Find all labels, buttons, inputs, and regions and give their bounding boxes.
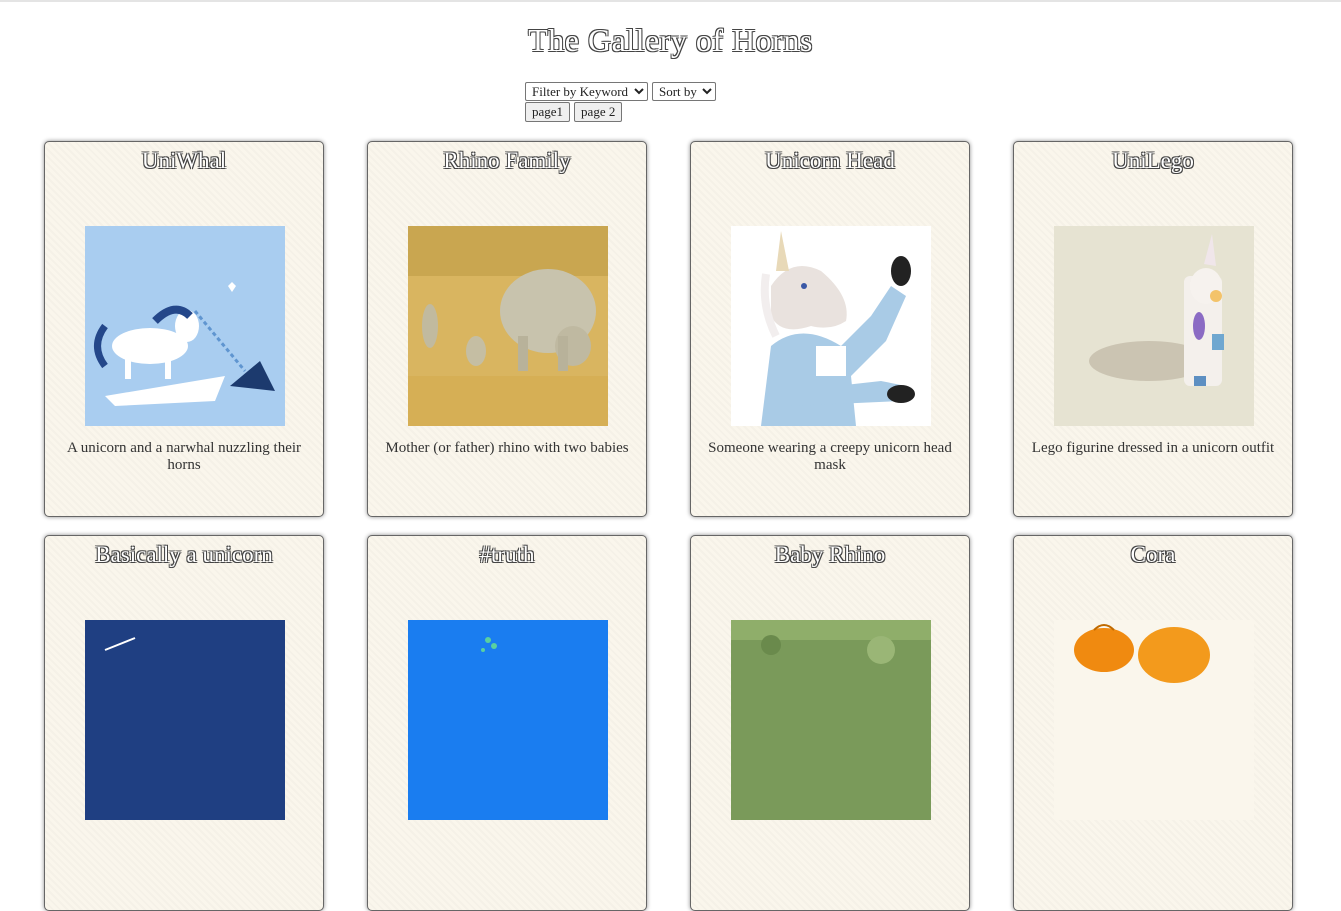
card-title: Unicorn Head bbox=[765, 148, 895, 173]
card-description: Lego figurine dressed in a unicorn outfi… bbox=[1031, 440, 1275, 456]
card-title: #truth bbox=[479, 542, 535, 567]
gallery-card-truth[interactable]: #truth bbox=[367, 535, 647, 911]
baby-rhino-image bbox=[731, 620, 931, 820]
sort-select[interactable]: Sort by bbox=[652, 82, 716, 101]
card-title: Rhino Family bbox=[443, 148, 571, 173]
gallery-card-unicorn-head[interactable]: Unicorn Head Someone wearing a creepy un… bbox=[690, 141, 970, 517]
lego-unicorn-image bbox=[1054, 226, 1254, 426]
unicorn-narwhal-image bbox=[85, 226, 285, 426]
gallery-card-unilego[interactable]: UniLego Lego figurine dressed in a unico… bbox=[1013, 141, 1293, 517]
filter-select[interactable]: Filter by Keyword bbox=[525, 82, 648, 101]
card-description: Mother (or father) rhino with two babies bbox=[385, 440, 629, 456]
rhino-family-image bbox=[408, 226, 608, 426]
card-title: Baby Rhino bbox=[774, 542, 886, 567]
card-title: Basically a unicorn bbox=[95, 542, 273, 567]
page-title: The Gallery of Horns bbox=[528, 22, 813, 58]
orange-toy-image bbox=[1054, 620, 1254, 820]
controls: Filter by Keyword Sort by page1 page 2 bbox=[525, 82, 716, 122]
card-title: UniLego bbox=[1112, 148, 1194, 173]
page2-button[interactable]: page 2 bbox=[574, 102, 623, 122]
top-border bbox=[0, 0, 1341, 2]
gallery-card-uniwhal[interactable]: UniWhal A unicorn and a narwhal nuzzling… bbox=[44, 141, 324, 517]
blue-cartoon-image bbox=[408, 620, 608, 820]
gallery-card-baby-rhino[interactable]: Baby Rhino bbox=[690, 535, 970, 911]
gallery-card-rhino-family[interactable]: Rhino Family Mother (or father) rhino wi… bbox=[367, 141, 647, 517]
card-title: Cora bbox=[1130, 542, 1176, 567]
unicorn-mask-image bbox=[731, 226, 931, 426]
card-title: UniWhal bbox=[141, 148, 227, 173]
page1-button[interactable]: page1 bbox=[525, 102, 571, 122]
gallery-card-basically-a-unicorn[interactable]: Basically a unicorn bbox=[44, 535, 324, 911]
card-description: A unicorn and a narwhal nuzzling their h… bbox=[66, 440, 302, 473]
card-description: Someone wearing a creepy unicorn head ma… bbox=[708, 440, 952, 473]
narwhal-blue-image bbox=[85, 620, 285, 820]
gallery-card-cora[interactable]: Cora bbox=[1013, 535, 1293, 911]
